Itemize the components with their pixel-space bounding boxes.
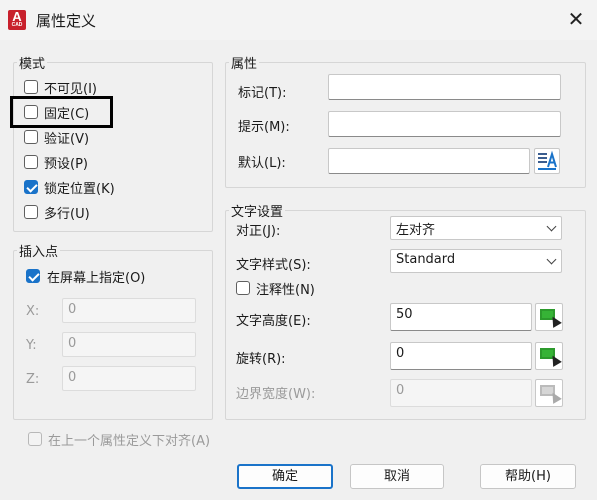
tag-field[interactable] — [328, 74, 561, 100]
cancel-button[interactable]: 取消 — [350, 464, 444, 489]
mode-legend: 模式 — [17, 53, 48, 72]
app-badge-sub: CAD — [11, 22, 23, 28]
window-title: 属性定义 — [36, 12, 97, 30]
z-label: Z: — [26, 372, 40, 387]
y-label: Y: — [26, 338, 37, 353]
align-below-label[interactable]: 在上一个属性定义下对齐(A) — [48, 430, 210, 449]
help-button[interactable]: 帮助(H) — [480, 464, 576, 489]
specify-onscreen-checkbox[interactable] — [26, 269, 40, 283]
justify-value: 左对齐 — [396, 223, 436, 238]
close-icon[interactable]: ✕ — [566, 9, 586, 29]
text-style-label: 文字样式(S): — [236, 258, 311, 273]
text-height-field[interactable]: 50 — [390, 303, 532, 331]
rotation-field[interactable]: 0 — [390, 342, 532, 370]
insert-field-icon[interactable] — [534, 148, 560, 174]
verify-checkbox[interactable] — [24, 130, 38, 144]
attribute-legend: 属性 — [229, 53, 260, 72]
annotative-checkbox[interactable] — [236, 281, 250, 295]
annotation-highlight-box — [10, 96, 113, 128]
align-below-checkbox[interactable] — [28, 432, 42, 446]
lock-position-checkbox[interactable] — [24, 180, 38, 194]
y-field[interactable]: 0 — [62, 332, 196, 357]
annotative-label[interactable]: 注释性(N) — [256, 279, 315, 298]
prompt-field[interactable] — [328, 111, 561, 137]
justify-dropdown[interactable]: 左对齐 — [390, 216, 562, 240]
prompt-label: 提示(M): — [238, 120, 290, 135]
multiline-label[interactable]: 多行(U) — [44, 203, 90, 222]
chevron-down-icon — [546, 254, 557, 265]
justify-label: 对正(J): — [236, 224, 281, 239]
rotation-label: 旋转(R): — [236, 352, 286, 367]
preset-label[interactable]: 预设(P) — [44, 153, 88, 172]
text-style-value: Standard — [396, 252, 456, 267]
default-label: 默认(L): — [238, 156, 286, 171]
pick-rotation-icon[interactable] — [535, 342, 563, 370]
invisible-checkbox[interactable] — [24, 80, 38, 94]
z-field[interactable]: 0 — [62, 366, 196, 391]
preset-checkbox[interactable] — [24, 155, 38, 169]
x-label: X: — [26, 304, 40, 319]
default-field[interactable] — [328, 148, 530, 174]
text-height-label: 文字高度(E): — [236, 314, 311, 329]
boundary-width-label: 边界宽度(W): — [236, 387, 316, 402]
mode-group — [13, 62, 213, 232]
text-style-dropdown[interactable]: Standard — [390, 249, 562, 273]
chevron-down-icon — [546, 221, 557, 232]
lock-position-label[interactable]: 锁定位置(K) — [44, 178, 115, 197]
verify-label[interactable]: 验证(V) — [44, 128, 89, 147]
x-field[interactable]: 0 — [62, 298, 196, 323]
tag-label: 标记(T): — [238, 86, 287, 101]
text-settings-legend: 文字设置 — [229, 201, 286, 220]
autocad-app-icon: A CAD — [8, 9, 26, 30]
invisible-label[interactable]: 不可见(I) — [44, 78, 97, 97]
boundary-width-field[interactable]: 0 — [390, 379, 532, 407]
pick-boundary-icon[interactable] — [535, 379, 563, 407]
insert-point-legend: 插入点 — [17, 241, 61, 260]
ok-button[interactable]: 确定 — [237, 464, 333, 489]
specify-onscreen-label[interactable]: 在屏幕上指定(O) — [47, 267, 145, 286]
title-bar: A CAD 属性定义 ✕ — [0, 0, 597, 40]
pick-height-icon[interactable] — [535, 303, 563, 331]
multiline-checkbox[interactable] — [24, 205, 38, 219]
